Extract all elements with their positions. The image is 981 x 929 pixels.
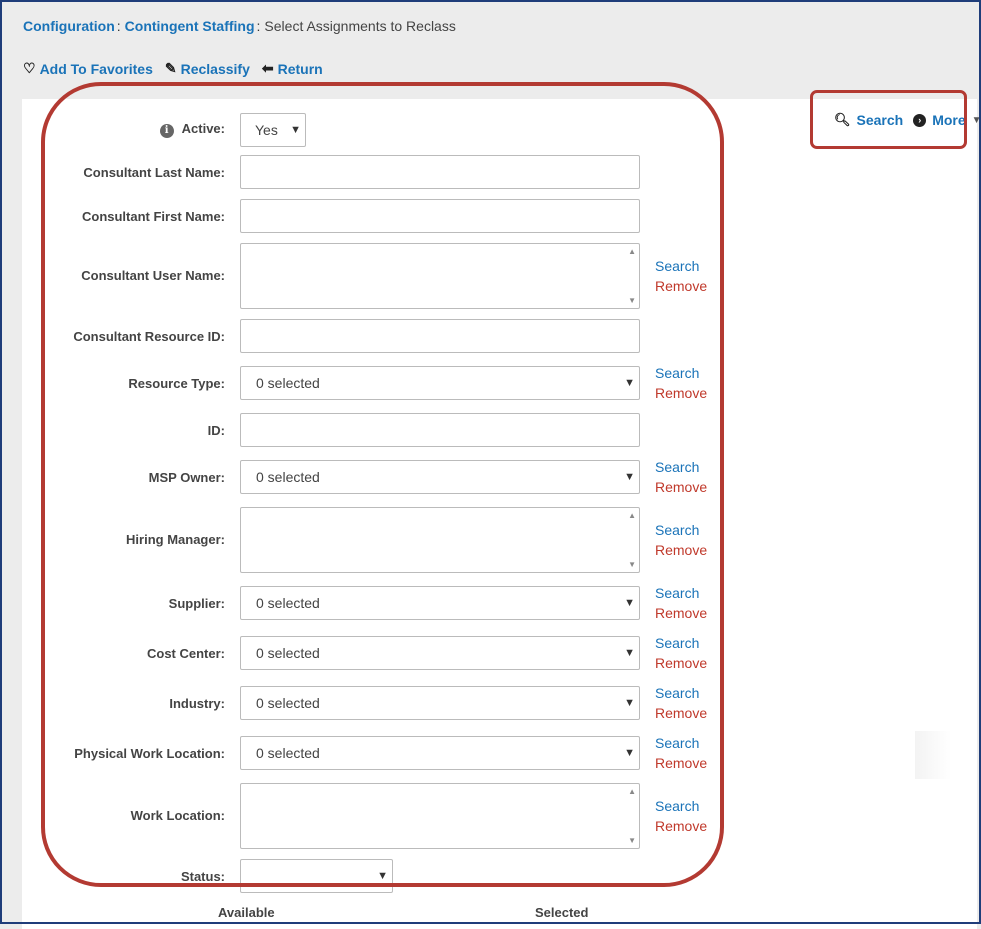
supplier-select[interactable]: 0 selected ▼ [240, 586, 640, 620]
chevron-down-icon: ▼ [624, 377, 635, 389]
id-label: ID: [207, 423, 225, 438]
chevron-down-icon: ▼ [624, 647, 635, 659]
industry-remove-link[interactable]: Remove [655, 703, 707, 723]
active-row: i Active: Yes ▼ [44, 113, 744, 147]
msp-owner-remove-link[interactable]: Remove [655, 477, 707, 497]
status-label: Status: [180, 869, 225, 884]
user-name-search-link[interactable]: Search [655, 256, 707, 276]
chevron-right-circle-icon: › [913, 113, 927, 127]
back-arrow-icon: ⬅ [261, 60, 274, 76]
pencil-icon: ✎ [164, 60, 177, 76]
scroll-up-icon[interactable]: ▲ [628, 511, 636, 520]
industry-search-link[interactable]: Search [655, 683, 707, 703]
selected-heading: Selected [535, 905, 589, 920]
work-location-remove-link[interactable]: Remove [655, 816, 707, 836]
action-bar: ♡ Add To Favorites ✎ Reclassify ⬅ Return [23, 60, 323, 77]
work-location-label: Work Location: [130, 808, 225, 823]
scroll-down-icon[interactable]: ▼ [628, 296, 636, 305]
scroll-down-icon[interactable]: ▼ [628, 560, 636, 569]
resource-type-search-link[interactable]: Search [655, 363, 707, 383]
status-select[interactable]: ▼ [240, 859, 393, 893]
reclassify-button[interactable]: ✎ Reclassify [165, 60, 250, 77]
faded-panel-edge [915, 731, 951, 779]
physical-location-label: Physical Work Location: [74, 746, 225, 761]
active-select[interactable]: Yes ▼ [240, 113, 306, 147]
id-input[interactable] [240, 413, 640, 447]
resource-id-input[interactable] [240, 319, 640, 353]
caret-down-icon[interactable]: ▼ [972, 115, 981, 126]
msp-owner-search-link[interactable]: Search [655, 457, 707, 477]
breadcrumb-contingent-staffing[interactable]: Contingent Staffing [125, 18, 255, 34]
physical-location-remove-link[interactable]: Remove [655, 753, 707, 773]
resource-type-remove-link[interactable]: Remove [655, 383, 707, 403]
search-panel: i Active: Yes ▼ Consultant Last Name: Con… [22, 99, 977, 929]
return-button[interactable]: ⬅ Return [262, 60, 323, 77]
hiring-manager-search-link[interactable]: Search [655, 520, 707, 540]
scroll-down-icon[interactable]: ▼ [628, 836, 636, 845]
chevron-down-icon: ▼ [624, 597, 635, 609]
active-label: Active: [181, 121, 225, 136]
physical-location-select[interactable]: 0 selected ▼ [240, 736, 640, 770]
resource-id-label: Consultant Resource ID: [73, 329, 225, 344]
hiring-manager-remove-link[interactable]: Remove [655, 540, 707, 560]
cost-center-label: Cost Center: [146, 646, 225, 661]
info-icon[interactable]: i [159, 124, 174, 138]
work-location-search-link[interactable]: Search [655, 796, 707, 816]
resource-type-select[interactable]: 0 selected ▼ [240, 366, 640, 400]
first-name-label: Consultant First Name: [81, 209, 225, 224]
breadcrumb-current: Select Assignments to Reclass [264, 18, 456, 34]
user-name-remove-link[interactable]: Remove [655, 276, 707, 296]
last-name-input[interactable] [240, 155, 640, 189]
supplier-search-link[interactable]: Search [655, 583, 707, 603]
first-name-input[interactable] [240, 199, 640, 233]
work-location-textarea[interactable]: ▲ ▼ [240, 783, 640, 849]
cost-center-search-link[interactable]: Search [655, 633, 707, 653]
breadcrumb-configuration[interactable]: Configuration [23, 18, 115, 34]
top-right-toolbar: 🔍︎ Search › More ▼ [834, 112, 981, 128]
breadcrumb: Configuration: Contingent Staffing: Select… [23, 18, 456, 34]
supplier-label: Supplier: [168, 596, 225, 611]
chevron-down-icon: ▼ [624, 747, 635, 759]
scroll-up-icon[interactable]: ▲ [628, 247, 636, 256]
user-name-label: Consultant User Name: [81, 268, 225, 283]
available-heading: Available [218, 905, 275, 920]
search-icon: 🔍︎ [834, 112, 851, 127]
resource-type-label: Resource Type: [128, 376, 225, 391]
industry-label: Industry: [169, 696, 225, 711]
supplier-remove-link[interactable]: Remove [655, 603, 707, 623]
add-to-favorites-button[interactable]: ♡ Add To Favorites [23, 60, 153, 77]
chevron-down-icon: ▼ [624, 697, 635, 709]
chevron-down-icon: ▼ [290, 124, 301, 136]
user-name-textarea[interactable]: ▲ ▼ [240, 243, 640, 309]
heart-icon: ♡ [23, 60, 36, 76]
chevron-down-icon: ▼ [624, 471, 635, 483]
cost-center-remove-link[interactable]: Remove [655, 653, 707, 673]
more-button[interactable]: More [932, 112, 965, 128]
hiring-manager-label: Hiring Manager: [126, 532, 225, 547]
chevron-down-icon: ▼ [377, 870, 388, 882]
search-button[interactable]: Search [857, 112, 904, 128]
physical-location-search-link[interactable]: Search [655, 733, 707, 753]
hiring-manager-textarea[interactable]: ▲ ▼ [240, 507, 640, 573]
last-name-label: Consultant Last Name: [83, 165, 225, 180]
industry-select[interactable]: 0 selected ▼ [240, 686, 640, 720]
scroll-up-icon[interactable]: ▲ [628, 787, 636, 796]
msp-owner-select[interactable]: 0 selected ▼ [240, 460, 640, 494]
msp-owner-label: MSP Owner: [148, 470, 225, 485]
cost-center-select[interactable]: 0 selected ▼ [240, 636, 640, 670]
